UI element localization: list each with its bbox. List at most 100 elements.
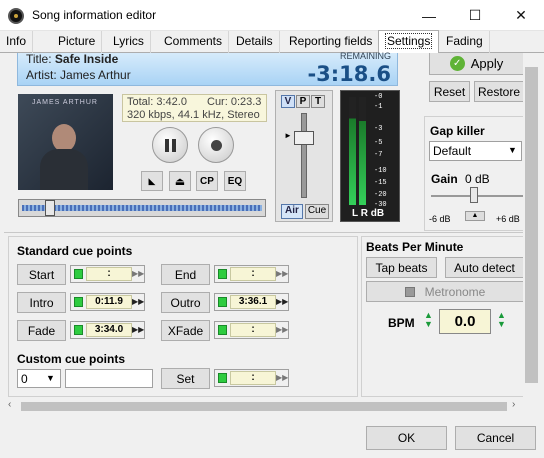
minimize-button[interactable]: — [406,0,452,31]
p-button[interactable]: P [296,95,310,108]
seek-slider[interactable] [18,199,266,217]
stream-info: Total: 3:42.0 Cur: 0:23.3 320 kbps, 44.1… [122,94,267,122]
cp-button[interactable]: CP [196,171,218,191]
eq-button[interactable]: EQ [224,171,246,191]
bpm-value[interactable]: 0.0 [439,309,491,334]
bpm-spinner-right[interactable]: ▲ ▼ [497,311,506,329]
eject-button[interactable]: ⏏ [169,171,191,191]
cue-points-title: Standard cue points [17,244,133,258]
volume-thumb[interactable] [294,131,314,145]
gap-killer-title: Gap killer [430,124,485,138]
outro-cue-button[interactable]: Outro [161,292,210,313]
gap-killer-group: Gap killer Default ▼ Gain 0 dB ▲ -6 dB +… [424,116,524,231]
fade-cue-button[interactable]: Fade [17,320,66,341]
volume-pointer-icon: ► [284,131,292,140]
total-time: Total: 3:42.0 [127,96,187,108]
bpm-spinner-left[interactable]: ▲ ▼ [424,311,433,329]
play-icon: ▶▶ [276,297,289,306]
ok-button[interactable]: OK [366,426,447,450]
gain-max: +6 dB [496,214,520,224]
down-arrow-icon: ▼ [424,319,433,329]
gap-killer-select[interactable]: Default ▼ [429,141,522,161]
play-icon: ▶▶ [132,325,145,334]
window-title: Song information editor [32,8,157,22]
horizontal-scroll-thumb[interactable] [21,402,507,411]
album-art: JAMES ARTHUR [18,94,113,190]
seek-thumb[interactable] [45,200,55,216]
end-cue-field[interactable]: : ▶▶ [214,265,289,283]
now-playing-banner: Title: Safe Inside Artist: James Arthur … [17,51,398,86]
t-button[interactable]: T [311,95,325,108]
start-cue-field[interactable]: : ▶▶ [70,265,145,283]
vertical-scrollbar[interactable] [523,53,540,398]
tab-info[interactable]: Info [0,31,34,53]
end-cue-button[interactable]: End [161,264,210,285]
tab-details[interactable]: Details [230,31,280,53]
maximize-icon: ☐ [468,7,482,23]
bpm-label: BPM [388,316,415,330]
vu-label: L R dB [352,208,385,219]
play-icon: ▶▶ [132,269,145,278]
vertical-scroll-thumb[interactable] [525,67,538,383]
tab-comments[interactable]: Comments [158,31,230,53]
intro-cue-field[interactable]: 0:11.9 ▶▶ [70,293,145,311]
remaining-label: REMAINING [339,51,391,61]
gain-thumb[interactable] [470,187,478,203]
auto-detect-button[interactable]: Auto detect [445,257,523,278]
down-arrow-icon: ▼ [497,319,506,329]
gain-center-button[interactable]: ▲ [465,211,485,221]
vu-meter: -0 -1 -3 -5 -7 -10 -15 -20 -30 L R dB [340,90,400,222]
intro-cue-button[interactable]: Intro [17,292,66,313]
minimize-icon: — [422,7,436,24]
xfade-cue-button[interactable]: XFade [161,320,210,341]
cancel-button[interactable]: Cancel [455,426,536,450]
horizontal-scrollbar[interactable]: ‹ › [4,398,523,415]
set-cue-button[interactable]: Set [161,368,210,389]
custom-cue-title: Custom cue points [17,352,126,366]
track-artist: James Arthur [60,68,131,82]
close-button[interactable]: ✕ [498,0,544,31]
app-icon [8,8,24,24]
scroll-left-icon[interactable]: ‹ [8,399,11,410]
tab-picture[interactable]: Picture [52,31,103,53]
tab-lyrics[interactable]: Lyrics [107,31,151,53]
maximize-button[interactable]: ☐ [452,0,498,31]
stop-button[interactable] [198,127,234,163]
check-icon: ✓ [449,56,465,71]
bpm-title: Beats Per Minute [366,240,464,254]
play-icon: ▶▶ [276,269,289,278]
v-button[interactable]: V [281,95,295,108]
tab-reporting-fields[interactable]: Reporting fields [283,31,380,53]
play-icon: ▶▶ [132,297,145,306]
reset-button[interactable]: Reset [429,81,470,102]
tab-fading[interactable]: Fading [440,31,490,53]
gain-value: 0 dB [465,172,490,186]
air-button[interactable]: Air [281,204,303,219]
pause-button[interactable] [152,127,188,163]
xfade-cue-field[interactable]: : ▶▶ [214,321,289,339]
tab-settings[interactable]: Settings [378,30,440,53]
rewind-button[interactable]: ◣ [141,171,163,191]
scroll-right-icon[interactable]: › [512,399,515,410]
tap-beats-button[interactable]: Tap beats [366,257,437,278]
custom-cue-field[interactable]: : ▶▶ [214,369,289,387]
apply-button[interactable]: ✓ Apply [429,53,524,75]
metronome-icon [404,286,415,297]
fade-cue-field[interactable]: 3:34.0 ▶▶ [70,321,145,339]
cue-button[interactable]: Cue [305,204,329,219]
skip-start-icon: ◣ [148,175,156,186]
chevron-down-icon: ▼ [508,145,517,155]
gain-min: -6 dB [429,214,451,224]
stop-icon [210,139,222,151]
metronome-button[interactable]: Metronome [366,281,523,302]
vu-right [359,97,366,205]
close-icon: ✕ [515,7,527,23]
eject-icon: ⏏ [174,175,186,188]
volume-panel: V P T ► Air Cue [275,90,333,222]
custom-cue-index-select[interactable]: 0 ▼ [17,369,61,388]
volume-track[interactable] [301,113,307,198]
custom-cue-name-input[interactable] [65,369,153,388]
outro-cue-field[interactable]: 3:36.1 ▶▶ [214,293,289,311]
start-cue-button[interactable]: Start [17,264,66,285]
restore-button[interactable]: Restore [474,81,524,102]
